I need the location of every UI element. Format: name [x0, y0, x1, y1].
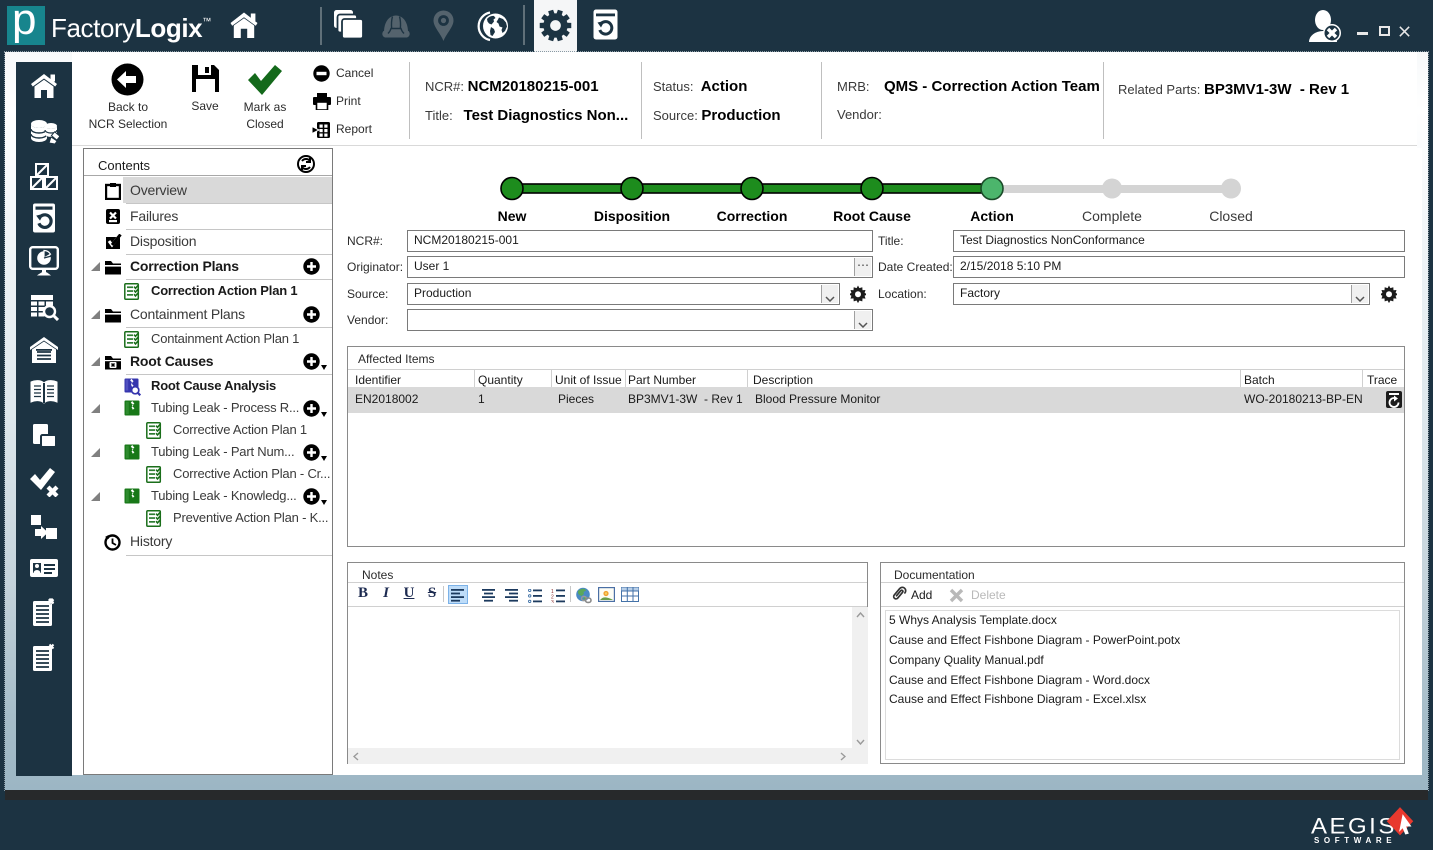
svg-text:3: 3 — [551, 600, 554, 603]
